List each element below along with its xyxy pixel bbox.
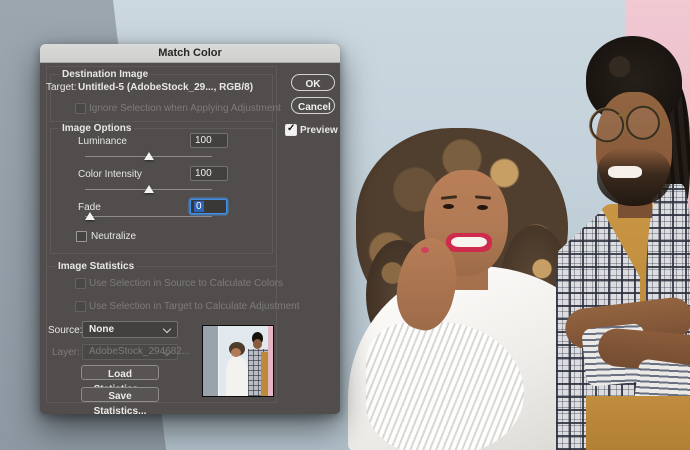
ignore-selection-checkbox (75, 103, 86, 114)
photo-woman-nail (421, 247, 429, 253)
fade-slider-thumb[interactable] (85, 212, 95, 220)
use-target-checkbox (75, 301, 86, 312)
layer-label: Layer: (52, 347, 80, 358)
fade-input[interactable]: 0 (190, 199, 227, 214)
source-thumbnail (202, 325, 274, 397)
chevron-down-icon (163, 325, 171, 333)
thumb-wall-gray (203, 326, 219, 396)
source-label: Source: (48, 325, 82, 336)
ignore-selection-label: Ignore Selection when Applying Adjustmen… (89, 103, 281, 114)
fade-slider[interactable] (85, 216, 212, 217)
luminance-slider-thumb[interactable] (144, 152, 154, 160)
preview-label: Preview (300, 125, 338, 136)
match-color-dialog: Match Color Destination Image Target: Un… (40, 44, 340, 414)
thumb-man-face (253, 339, 262, 349)
preview-checkbox[interactable] (285, 124, 297, 136)
thumb-woman-face (231, 348, 241, 357)
color-intensity-input[interactable]: 100 (190, 166, 228, 181)
thumb-man-shirt (261, 352, 268, 396)
glasses-lens-left-icon (589, 107, 625, 143)
layer-dropdown: AdobeStock_294682... (82, 344, 178, 360)
use-target-label: Use Selection in Target to Calculate Adj… (89, 301, 300, 312)
source-dropdown[interactable]: None (82, 321, 178, 338)
thumb-wall-pink (268, 326, 273, 396)
image-options-group-label: Image Options (59, 123, 134, 134)
color-intensity-slider[interactable] (85, 189, 212, 190)
photo-woman-eye-right (477, 205, 488, 210)
dialog-titlebar[interactable]: Match Color (40, 44, 340, 63)
ok-button[interactable]: OK (291, 74, 335, 91)
photo-woman-teeth (451, 237, 487, 247)
photo-woman-eye-left (443, 204, 454, 209)
use-source-checkbox (75, 278, 86, 289)
luminance-label: Luminance (78, 136, 127, 147)
image-statistics-group-label: Image Statistics (55, 261, 137, 272)
photo-man-teeth (608, 166, 642, 178)
neutralize-label: Neutralize (91, 231, 136, 242)
fade-input-selected-text: 0 (194, 201, 204, 212)
destination-image-group-label: Destination Image (59, 69, 151, 80)
load-statistics-button[interactable]: Load Statistics... (81, 365, 159, 380)
cancel-button[interactable]: Cancel (291, 97, 335, 114)
photo-man-pants (586, 396, 690, 450)
luminance-slider[interactable] (85, 156, 212, 157)
save-statistics-button[interactable]: Save Statistics... (81, 387, 159, 402)
photo-man-glasses (588, 101, 665, 146)
color-intensity-label: Color Intensity (78, 169, 142, 180)
neutralize-checkbox[interactable] (76, 231, 87, 242)
use-source-label: Use Selection in Source to Calculate Col… (89, 278, 283, 289)
color-intensity-slider-thumb[interactable] (144, 185, 154, 193)
layer-dropdown-value: AdobeStock_294682... (89, 346, 190, 357)
glasses-lens-right-icon (625, 105, 661, 141)
target-value: Untitled-5 (AdobeStock_29..., RGB/8) (78, 82, 253, 93)
source-dropdown-value: None (89, 324, 114, 335)
photoshop-canvas: Match Color Destination Image Target: Un… (0, 0, 690, 450)
luminance-input[interactable]: 100 (190, 133, 228, 148)
thumb-woman-blouse (226, 357, 248, 396)
target-label: Target: (46, 82, 77, 93)
